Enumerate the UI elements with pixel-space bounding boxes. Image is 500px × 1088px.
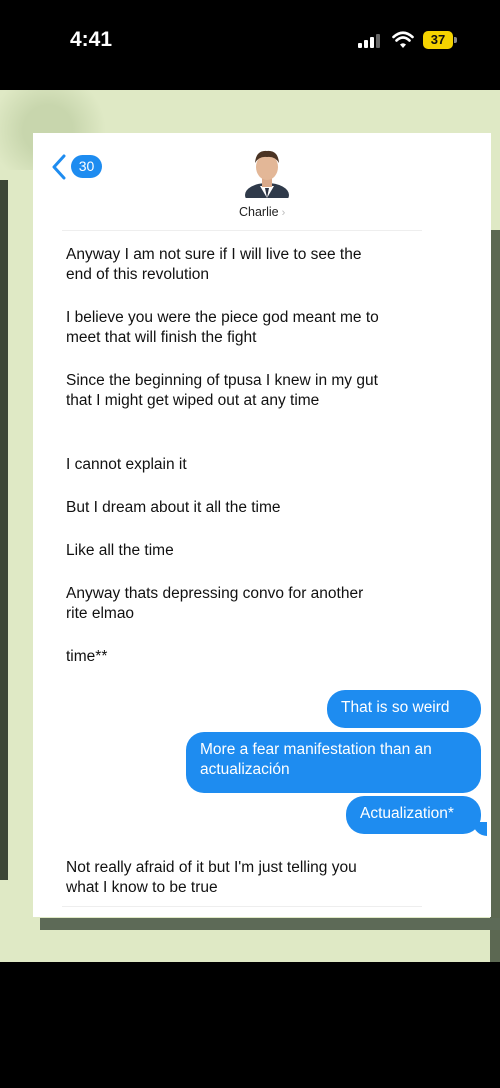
back-button[interactable]: 30	[50, 150, 106, 184]
status-time: 4:41	[70, 28, 113, 51]
received-message: I cannot explain it	[66, 456, 187, 473]
status-bar: 4:41 37	[0, 0, 500, 90]
contact-name[interactable]: Charlie ›	[239, 205, 285, 219]
sent-message-bubble: That is so weird	[327, 690, 481, 728]
received-message: Anyway thats depressing convo for anothe…	[66, 585, 364, 622]
received-message: time**	[66, 648, 108, 665]
chevron-right-icon: ›	[281, 207, 286, 219]
wifi-icon	[392, 31, 414, 48]
received-message: Anyway I am not sure if I will live to s…	[66, 246, 362, 283]
cellular-signal-icon	[358, 34, 380, 48]
received-message: I believe you were the piece god meant m…	[66, 309, 379, 346]
sent-message-bubble: More a fear manifestation than an actual…	[186, 732, 481, 793]
received-message: Not really afraid of it but I'm just tel…	[66, 859, 357, 896]
battery-icon: 37	[423, 31, 457, 49]
received-message: Since the beginning of tpusa I knew in m…	[66, 372, 378, 409]
sent-message-bubble: Actualization*	[346, 796, 487, 836]
contact-name-text: Charlie	[239, 205, 279, 219]
received-message: Like all the time	[66, 542, 174, 559]
contact-avatar[interactable]	[245, 146, 289, 198]
chevron-left-icon	[52, 154, 66, 180]
battery-level: 37	[430, 32, 446, 47]
footer-divider	[62, 906, 422, 907]
unread-badge: 30	[71, 155, 102, 178]
header-divider	[62, 230, 422, 231]
received-message: But I dream about it all the time	[66, 499, 281, 516]
